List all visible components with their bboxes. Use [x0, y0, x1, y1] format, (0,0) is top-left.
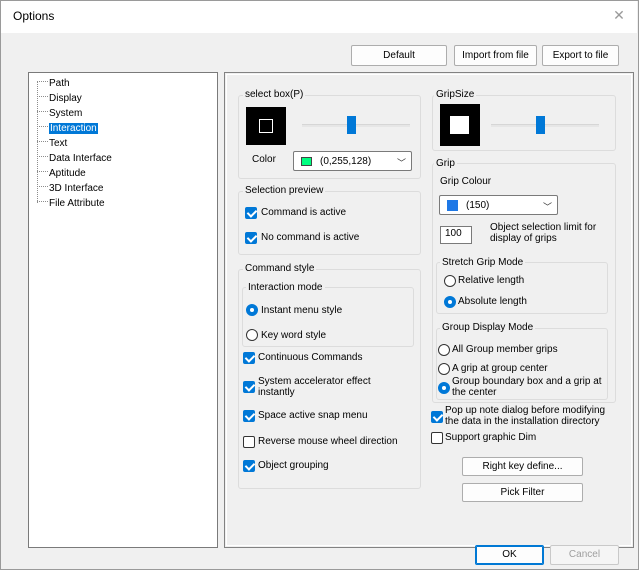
- grip-title: Grip: [434, 158, 457, 170]
- support-graphic-dim-label: Support graphic Dim: [445, 432, 537, 443]
- tree-item-file-attribute[interactable]: File Attribute: [37, 197, 105, 211]
- close-icon[interactable]: ✕: [611, 7, 627, 23]
- group-boundary-box-label: Group boundary box and a grip at the cen…: [452, 376, 602, 398]
- instant-menu-radio[interactable]: [246, 304, 258, 316]
- default-button[interactable]: Default: [351, 45, 447, 66]
- ok-button[interactable]: OK: [475, 545, 544, 565]
- support-graphic-dim-checkbox[interactable]: [431, 432, 443, 444]
- object-grouping-label: Object grouping: [258, 460, 329, 471]
- chevron-down-icon: ﹀: [397, 158, 407, 168]
- snap-menu-label: Space active snap menu: [258, 410, 368, 421]
- right-key-define-button[interactable]: Right key define...: [462, 457, 583, 476]
- select-box-title: select box(P): [243, 89, 306, 101]
- select-box-color-label: Color: [252, 154, 276, 165]
- reverse-wheel-checkbox[interactable]: [243, 436, 255, 448]
- grip-at-group-center-radio[interactable]: [438, 363, 450, 375]
- category-tree: Path Display System Interaction Text Dat…: [28, 72, 218, 548]
- interaction-mode-title: Interaction mode: [246, 282, 325, 294]
- grip-at-group-center-label: A grip at group center: [452, 363, 548, 374]
- import-from-file-button[interactable]: Import from file: [454, 45, 537, 66]
- instant-menu-label: Instant menu style: [261, 305, 343, 316]
- continuous-commands-checkbox[interactable]: [243, 352, 255, 364]
- pick-filter-button[interactable]: Pick Filter: [462, 483, 583, 502]
- key-word-radio[interactable]: [246, 329, 258, 341]
- grip-size-slider[interactable]: [535, 116, 545, 134]
- tree-item-display[interactable]: Display: [37, 92, 82, 106]
- tree-item-aptitude[interactable]: Aptitude: [37, 167, 86, 181]
- accelerator-label: System accelerator effect instantly: [258, 376, 371, 398]
- continuous-commands-label: Continuous Commands: [258, 352, 363, 363]
- command-active-label: Command is active: [261, 207, 347, 218]
- select-box-size-slider[interactable]: [346, 116, 356, 134]
- color-swatch-icon: [301, 157, 312, 166]
- select-box-color-value: (0,255,128): [320, 156, 372, 167]
- selection-preview-title: Selection preview: [243, 185, 326, 197]
- grip-colour-value: (150): [466, 200, 490, 211]
- all-group-member-grips-label: All Group member grips: [452, 344, 558, 355]
- export-to-file-button[interactable]: Export to file: [542, 45, 619, 66]
- window-title: Options: [13, 9, 55, 23]
- grip-colour-label: Grip Colour: [440, 176, 492, 187]
- relative-length-radio[interactable]: [444, 275, 456, 287]
- grip-colour-combo[interactable]: (150) ﹀: [439, 195, 558, 215]
- select-box-color-combo[interactable]: (0,255,128) ﹀: [293, 151, 412, 171]
- cancel-button[interactable]: Cancel: [550, 545, 619, 565]
- reverse-wheel-label: Reverse mouse wheel direction: [258, 436, 398, 447]
- group-display-mode-title: Group Display Mode: [440, 322, 536, 334]
- chevron-down-icon: ﹀: [543, 202, 553, 212]
- object-selection-limit-input[interactable]: 100: [440, 226, 472, 244]
- color-swatch-icon: [447, 200, 458, 211]
- object-selection-limit-label: Object selection limit for display of gr…: [490, 222, 597, 244]
- absolute-length-label: Absolute length: [458, 296, 527, 307]
- tree-item-interaction[interactable]: Interaction: [37, 122, 98, 136]
- selection-preview-group: [238, 191, 421, 255]
- stretch-grip-mode-title: Stretch Grip Mode: [440, 257, 526, 269]
- popup-note-checkbox[interactable]: [431, 411, 443, 423]
- tree-item-system[interactable]: System: [37, 107, 82, 121]
- tree-item-data-interface[interactable]: Data Interface: [37, 152, 112, 166]
- snap-menu-checkbox[interactable]: [243, 410, 255, 422]
- tree-item-3d-interface[interactable]: 3D Interface: [37, 182, 103, 196]
- popup-note-label: Pop up note dialog before modifying the …: [445, 405, 606, 427]
- title-bar: [1, 1, 637, 33]
- grip-size-track[interactable]: [491, 124, 599, 127]
- all-group-member-grips-radio[interactable]: [438, 344, 450, 356]
- absolute-length-radio[interactable]: [444, 296, 456, 308]
- object-grouping-checkbox[interactable]: [243, 460, 255, 472]
- group-boundary-box-radio[interactable]: [438, 382, 450, 394]
- no-command-active-label: No command is active: [261, 232, 360, 243]
- select-box-size-track[interactable]: [302, 124, 410, 127]
- grip-size-title: GripSize: [434, 89, 477, 101]
- key-word-label: Key word style: [261, 330, 327, 341]
- tree-item-text[interactable]: Text: [37, 137, 67, 151]
- select-box-preview: [246, 107, 286, 145]
- command-style-title: Command style: [243, 263, 317, 275]
- no-command-active-checkbox[interactable]: [245, 232, 257, 244]
- command-active-checkbox[interactable]: [245, 207, 257, 219]
- accelerator-checkbox[interactable]: [243, 381, 255, 393]
- grip-size-preview: [440, 104, 480, 146]
- relative-length-label: Relative length: [458, 275, 525, 286]
- tree-item-path[interactable]: Path: [37, 77, 70, 91]
